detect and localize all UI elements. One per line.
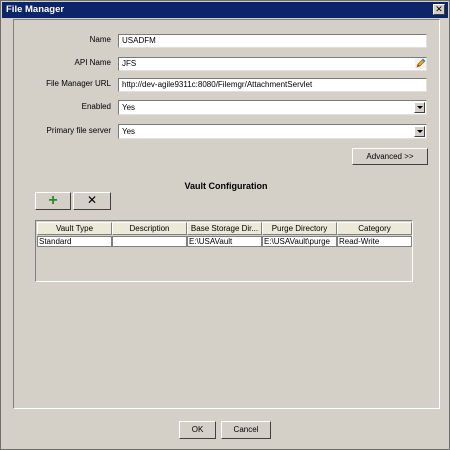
remove-icon: ✕ — [86, 193, 98, 207]
table-cell[interactable]: Read-Write — [337, 236, 412, 247]
column-header[interactable]: Purge Directory — [262, 222, 337, 235]
api-name-input[interactable]: JFS — [118, 57, 427, 71]
vault-table: Vault Type Description Base Storage Dir.… — [35, 220, 413, 282]
vault-configuration-title: Vault Configuration — [184, 181, 268, 191]
table-cell[interactable]: Standard — [37, 236, 112, 247]
add-icon: + — [48, 192, 58, 209]
url-label: File Manager URL — [46, 79, 111, 88]
column-header[interactable]: Category — [337, 222, 412, 235]
chevron-down-icon[interactable] — [414, 126, 425, 137]
enabled-select[interactable]: Yes — [118, 100, 427, 115]
column-header[interactable]: Description — [112, 222, 187, 235]
file-manager-dialog: File Manager ✕ Name USADFM API Name JFS … — [0, 0, 450, 450]
add-vault-button[interactable]: + — [35, 192, 71, 210]
column-header[interactable]: Base Storage Dir... — [187, 222, 262, 235]
table-cell[interactable] — [112, 236, 187, 247]
title-bar: File Manager ✕ — [2, 2, 448, 18]
api-name-value: JFS — [122, 59, 137, 68]
primary-label: Primary file server — [46, 126, 111, 135]
chevron-down-icon[interactable] — [414, 102, 425, 113]
cancel-button[interactable]: Cancel — [221, 421, 271, 439]
name-input[interactable]: USADFM — [118, 34, 427, 48]
advanced-button[interactable]: Advanced >> — [352, 148, 428, 165]
remove-vault-button[interactable]: ✕ — [73, 192, 111, 210]
table-cell[interactable]: E:\USAVault\purge — [262, 236, 337, 247]
primary-select[interactable]: Yes — [118, 124, 427, 139]
window-title: File Manager — [6, 4, 65, 15]
ok-button[interactable]: OK — [179, 421, 216, 439]
api-name-label: API Name — [74, 58, 111, 67]
column-header[interactable]: Vault Type — [37, 222, 112, 235]
pencil-icon[interactable] — [415, 58, 426, 69]
primary-value: Yes — [122, 127, 136, 136]
enabled-label: Enabled — [81, 102, 111, 111]
name-label: Name — [89, 35, 111, 44]
table-cell[interactable]: E:\USAVault — [187, 236, 262, 247]
enabled-value: Yes — [122, 103, 136, 112]
url-input[interactable]: http://dev-agile9311c:8080/Filemgr/Attac… — [118, 78, 427, 92]
close-icon[interactable]: ✕ — [433, 4, 445, 15]
